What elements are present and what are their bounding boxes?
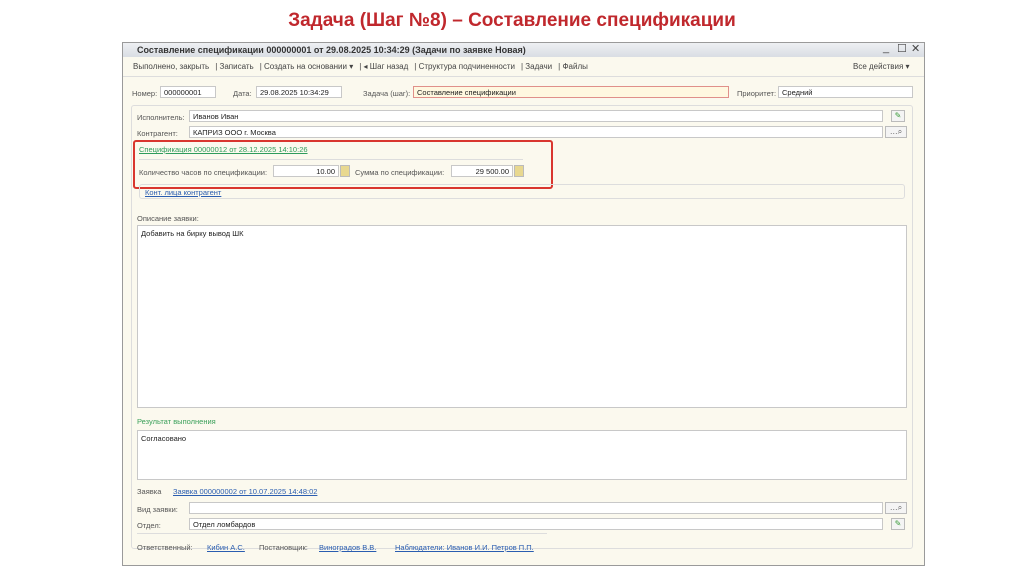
structure-button[interactable]: Структура подчиненности: [419, 62, 515, 71]
all-actions-button[interactable]: Все действия ▾: [853, 57, 910, 77]
responsible-label: Ответственный:: [137, 543, 193, 552]
specification-link[interactable]: Спецификация 00000012 от 28.12.2025 14:1…: [139, 145, 308, 154]
edit-pencil-icon[interactable]: ✎: [891, 518, 905, 530]
close-button[interactable]: ✕: [911, 42, 920, 55]
hours-label: Количество часов по спецификации:: [139, 168, 268, 177]
description-label: Описание заявки:: [137, 214, 199, 223]
date-field[interactable]: 29.08.2025 10:34:29: [256, 86, 342, 98]
done-close-button[interactable]: Выполнено, закрыть: [133, 62, 209, 71]
responsible-link[interactable]: Кибин А.С.: [207, 543, 245, 552]
request-type-field[interactable]: [189, 502, 883, 514]
window-title: Составление спецификации 000000001 от 29…: [123, 43, 924, 57]
toolbar: Выполнено, закрыть | Записать | Создать на…: [123, 57, 924, 77]
department-label: Отдел:: [137, 521, 161, 530]
calculator-icon[interactable]: [340, 165, 350, 177]
calculator-icon[interactable]: [514, 165, 524, 177]
result-textarea[interactable]: Согласовано: [137, 430, 907, 480]
executor-field[interactable]: Иванов Иван: [189, 110, 883, 122]
contacts-panel: [139, 184, 905, 199]
edit-pencil-icon[interactable]: ✎: [891, 110, 905, 122]
result-label: Результат выполнения: [137, 417, 216, 426]
observers-link[interactable]: Наблюдатели: Иванов И.И. Петров П.П.: [395, 543, 534, 552]
number-field[interactable]: 000000001: [160, 86, 216, 98]
save-button[interactable]: Записать: [220, 62, 254, 71]
create-based-button[interactable]: Создать на основании ▾: [264, 62, 353, 71]
contacts-link[interactable]: Конт. лица контрагент: [145, 188, 221, 197]
request-label: Заявка: [137, 487, 162, 496]
request-type-label: Вид заявки:: [137, 505, 178, 514]
tasks-button[interactable]: Задачи: [525, 62, 552, 71]
hours-field[interactable]: 10.00: [273, 165, 339, 177]
task-field[interactable]: Составление спецификации: [413, 86, 729, 98]
contractor-label: Контрагент:: [137, 129, 178, 138]
sum-label: Сумма по спецификации:: [355, 168, 445, 177]
divider: [139, 159, 523, 160]
priority-label: Приоритет:: [737, 89, 777, 98]
search-icon[interactable]: …⌕: [885, 126, 907, 138]
search-icon[interactable]: …⌕: [885, 502, 907, 514]
executor-label: Исполнитель:: [137, 113, 185, 122]
priority-field[interactable]: Средний: [778, 86, 913, 98]
task-label: Задача (шаг):: [363, 89, 411, 98]
department-field[interactable]: Отдел ломбардов: [189, 518, 883, 530]
setter-label: Постановщик:: [259, 543, 308, 552]
divider: [137, 533, 547, 534]
step-back-button[interactable]: ◂ Шаг назад: [364, 62, 409, 71]
request-link[interactable]: Заявка 000000002 от 10.07.2025 14:48:02: [173, 487, 317, 496]
setter-link[interactable]: Виноградов В.В.: [319, 543, 376, 552]
date-label: Дата:: [233, 89, 252, 98]
files-button[interactable]: Файлы: [562, 62, 587, 71]
slide-title: Задача (Шаг №8) – Составление спецификац…: [288, 10, 736, 31]
minimize-button[interactable]: _: [883, 42, 889, 54]
number-label: Номер:: [132, 89, 158, 98]
maximize-button[interactable]: ☐: [897, 42, 907, 55]
description-textarea[interactable]: Добавить на бирку вывод ШК: [137, 225, 907, 408]
sum-field[interactable]: 29 500.00: [451, 165, 513, 177]
document-window: Составление спецификации 000000001 от 29…: [122, 42, 925, 566]
contractor-field[interactable]: КАПРИЗ ООО г. Москва: [189, 126, 883, 138]
